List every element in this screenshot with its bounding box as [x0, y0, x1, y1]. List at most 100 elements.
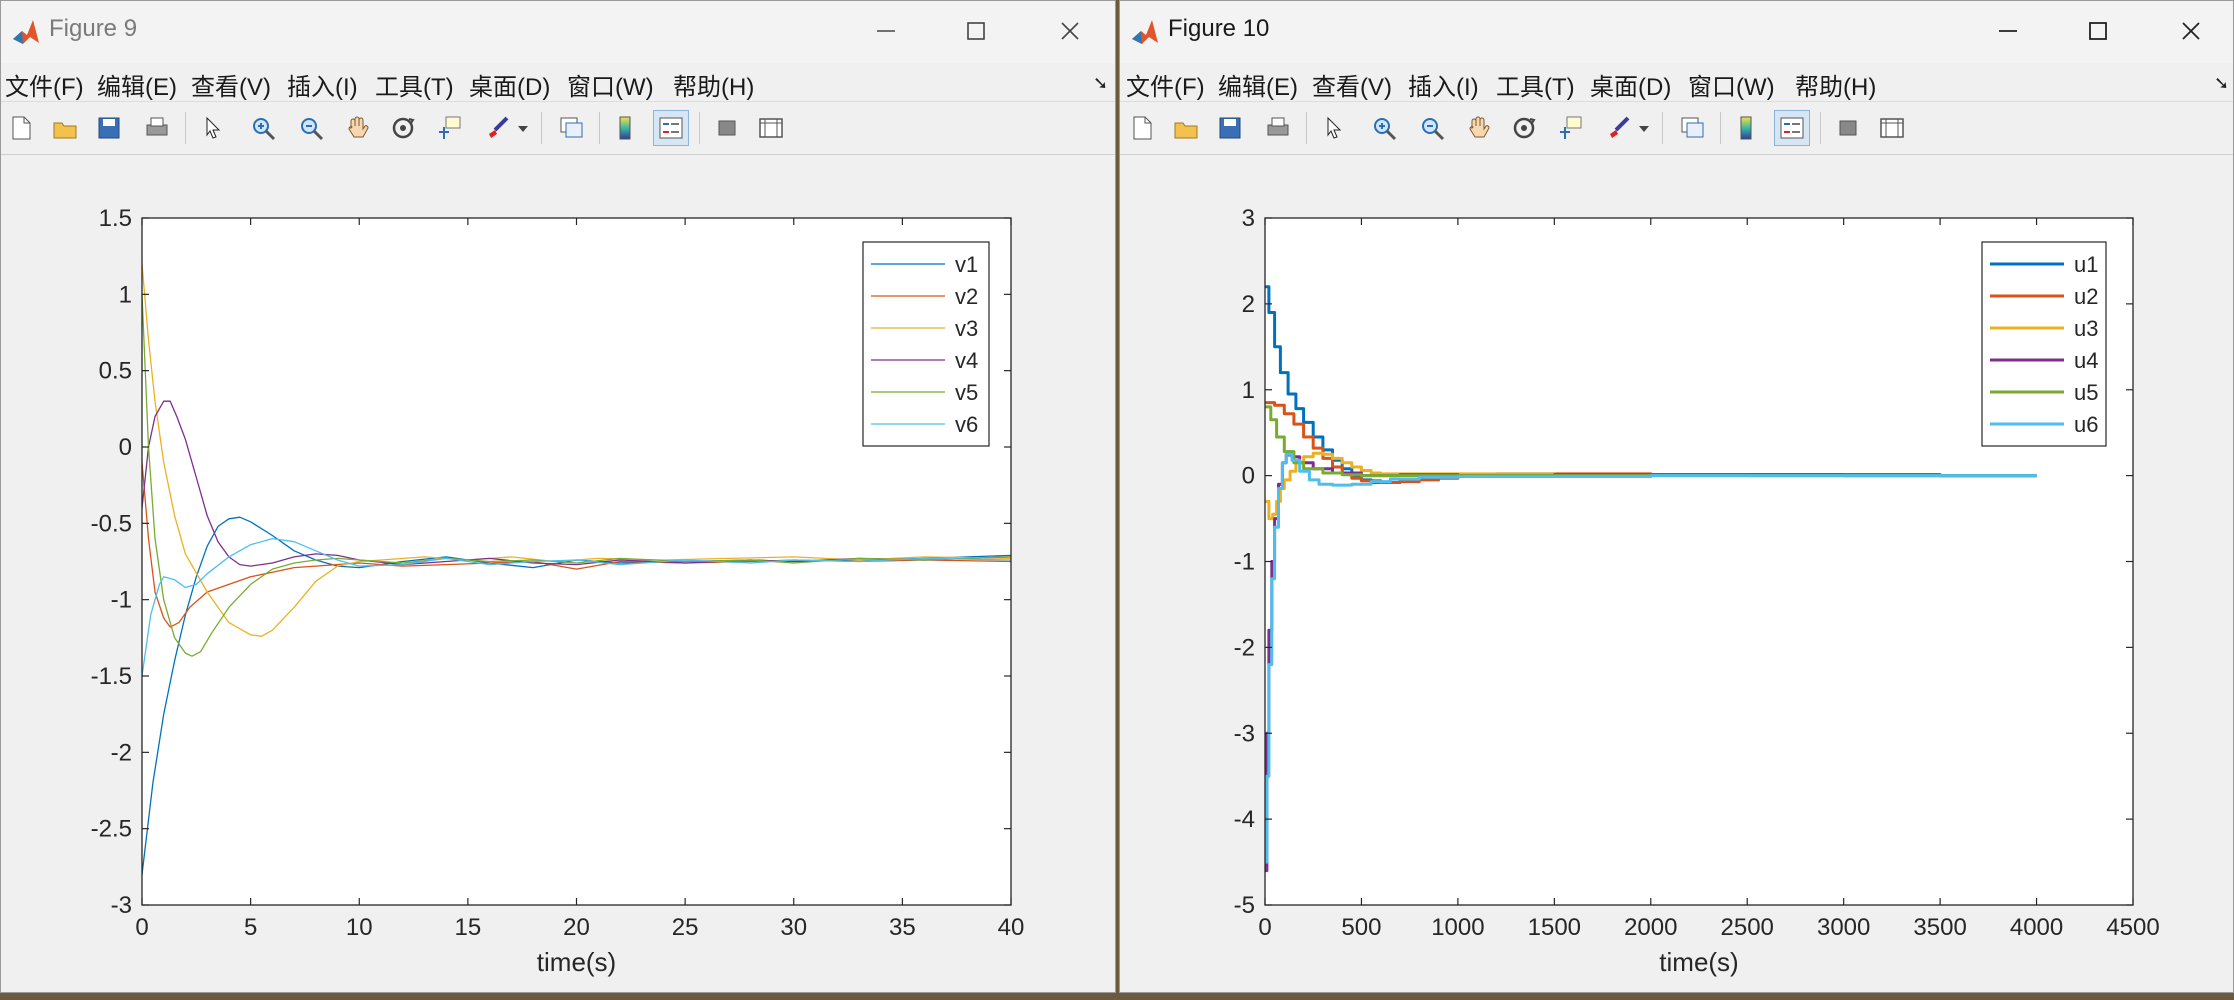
maximize-button[interactable] [945, 11, 1007, 51]
link-plot-button[interactable] [553, 110, 589, 146]
open-file-button[interactable] [47, 110, 83, 146]
brush-dropdown-button[interactable] [515, 110, 531, 146]
legend-label-u6: u6 [2074, 412, 2098, 437]
zoom-in-icon [1374, 118, 1397, 141]
legend[interactable]: v1 v2 v3 v4 v5 v6 [862, 241, 990, 447]
hide-plot-tools-button[interactable] [709, 110, 745, 146]
pan-button[interactable] [339, 110, 375, 146]
menu-window[interactable]: 窗口(W) [567, 67, 654, 102]
minimize-button[interactable] [855, 11, 917, 51]
figure-9-titlebar[interactable]: Figure 9 [1, 1, 1115, 63]
hide-plot-tools-button[interactable] [1830, 110, 1866, 146]
menu-insert[interactable]: 插入(I) [1408, 67, 1479, 102]
menu-view[interactable]: 查看(V) [1312, 67, 1392, 102]
close-button[interactable] [1039, 11, 1101, 51]
menu-edit[interactable]: 编辑(E) [1218, 67, 1298, 102]
pan-hand-icon [1469, 116, 1490, 138]
menu-help[interactable]: 帮助(H) [673, 67, 754, 102]
minimize-icon [877, 30, 895, 32]
legend-icon [1780, 117, 1804, 139]
zoom-out-icon [1422, 118, 1445, 141]
zoom-in-button[interactable] [245, 110, 281, 146]
new-figure-button[interactable] [3, 110, 39, 146]
brush-dropdown-button[interactable] [1636, 110, 1652, 146]
x-tick-label: 500 [1341, 914, 1381, 941]
close-icon [2182, 22, 2200, 40]
matlab-logo-icon [13, 20, 39, 44]
open-file-icon [53, 122, 77, 139]
menu-desktop[interactable]: 桌面(D) [469, 67, 550, 102]
toolbar-separator [541, 112, 542, 144]
select-arrow-button[interactable] [1316, 110, 1352, 146]
new-figure-button[interactable] [1124, 110, 1160, 146]
figure-10-plot-area[interactable]: 0 500 1000 1500 2000 2500 3000 3500 4000 4500 -5 -4… [1120, 154, 2233, 992]
minimize-button[interactable] [1977, 11, 2039, 51]
y-tick-label: 1 [119, 281, 132, 308]
show-plot-tools-button[interactable] [753, 110, 789, 146]
legend[interactable]: u1 u2 u3 u4 u5 u6 [1981, 241, 2107, 447]
print-button[interactable] [1260, 110, 1296, 146]
dock-figure-icon[interactable]: ➘ [2214, 73, 2229, 94]
y-tick-label: 0.5 [99, 358, 132, 385]
figure-9-plot-area[interactable]: 0 5 10 15 20 25 30 35 40 -3 -2.5 -2 -1.5 -1 -0.5 0 0.5 1 1… [1, 154, 1115, 992]
brush-button[interactable] [479, 110, 515, 146]
maximize-button[interactable] [2067, 11, 2129, 51]
new-figure-icon [1133, 116, 1152, 140]
menu-edit[interactable]: 编辑(E) [97, 67, 177, 102]
y-tick-label: 0 [1242, 463, 1255, 490]
x-tick-label: 40 [998, 914, 1025, 941]
figure-9-window: Figure 9 文件(F) 编辑(E) 查看(V) 插入(I) 工具(T) 桌… [0, 0, 1116, 993]
dock-figure-icon[interactable]: ➘ [1093, 73, 1108, 94]
pan-button[interactable] [1460, 110, 1496, 146]
save-button[interactable] [91, 110, 127, 146]
save-button[interactable] [1212, 110, 1248, 146]
menu-bar: 文件(F) 编辑(E) 查看(V) 插入(I) 工具(T) 桌面(D) 窗口(W… [1120, 63, 2233, 102]
select-arrow-icon [1327, 116, 1342, 139]
axes[interactable]: 0 5 10 15 20 25 30 35 40 -3 -2.5 -2 -1.5 -1 -0.5 0 0.5 1 1… [91, 205, 1025, 977]
menu-desktop[interactable]: 桌面(D) [1590, 67, 1671, 102]
colorbar-button[interactable] [1728, 110, 1764, 146]
toolbar-separator [1662, 112, 1663, 144]
y-tick-label: 2 [1242, 291, 1255, 318]
print-button[interactable] [139, 110, 175, 146]
x-tick-label: 1000 [1431, 914, 1484, 941]
rotate-3d-button[interactable] [1506, 110, 1542, 146]
legend-label-u1: u1 [2074, 252, 2098, 277]
colorbar-button[interactable] [607, 110, 643, 146]
menu-file[interactable]: 文件(F) [5, 67, 84, 102]
brush-icon [1610, 116, 1630, 138]
menu-insert[interactable]: 插入(I) [287, 67, 358, 102]
figure-10-titlebar[interactable]: Figure 10 [1120, 1, 2233, 63]
open-file-button[interactable] [1168, 110, 1204, 146]
menu-file[interactable]: 文件(F) [1126, 67, 1205, 102]
brush-button[interactable] [1600, 110, 1636, 146]
rotate-3d-icon [392, 117, 415, 139]
zoom-out-button[interactable] [1414, 110, 1450, 146]
select-arrow-button[interactable] [195, 110, 231, 146]
menu-window[interactable]: 窗口(W) [1688, 67, 1775, 102]
legend-button[interactable] [653, 110, 689, 146]
y-tick-label: 1 [1242, 377, 1255, 404]
toolbar-separator [599, 112, 600, 144]
show-plot-tools-button[interactable] [1874, 110, 1910, 146]
select-arrow-icon [206, 116, 221, 139]
link-plot-button[interactable] [1674, 110, 1710, 146]
open-file-icon [1174, 122, 1198, 139]
close-button[interactable] [2160, 11, 2222, 51]
zoom-out-button[interactable] [293, 110, 329, 146]
data-cursor-button[interactable] [1552, 110, 1588, 146]
rotate-3d-button[interactable] [385, 110, 421, 146]
axes[interactable]: 0 500 1000 1500 2000 2500 3000 3500 4000 4500 -5 -4… [1234, 205, 2160, 977]
menu-tools[interactable]: 工具(T) [375, 67, 454, 102]
menu-help[interactable]: 帮助(H) [1795, 67, 1876, 102]
x-tick-label: 0 [135, 914, 148, 941]
legend-button[interactable] [1774, 110, 1810, 146]
figure-toolbar [1, 101, 1115, 155]
menu-view[interactable]: 查看(V) [191, 67, 271, 102]
menu-tools[interactable]: 工具(T) [1496, 67, 1575, 102]
toolbar-separator [1720, 112, 1721, 144]
y-tick-label: 1.5 [99, 205, 132, 232]
data-cursor-button[interactable] [431, 110, 467, 146]
legend-label-v1: v1 [955, 252, 978, 277]
zoom-in-button[interactable] [1366, 110, 1402, 146]
